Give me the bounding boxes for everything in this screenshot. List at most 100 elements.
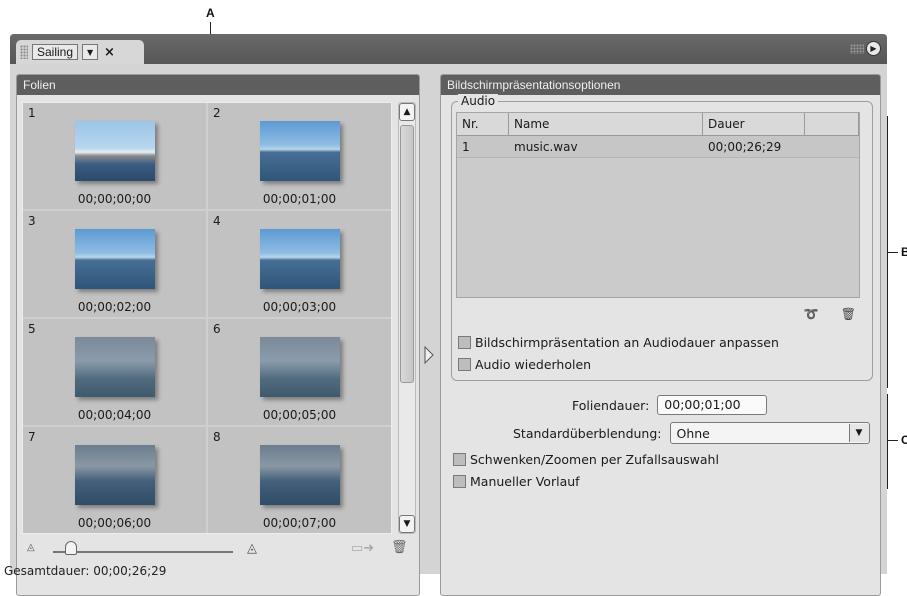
panel-menu[interactable]: ▶ [850, 41, 881, 56]
slide-number: 8 [213, 430, 221, 444]
slide-timecode: 00;00;00;00 [77, 192, 152, 206]
column-header-extra[interactable] [805, 113, 859, 135]
slide-image[interactable] [259, 337, 340, 397]
slide-duration-input[interactable]: 00;00;01;00 [657, 395, 768, 415]
scrollbar-thumb[interactable] [400, 125, 414, 383]
column-header-nr[interactable]: Nr. [457, 113, 509, 135]
checkbox-label: Manueller Vorlauf [470, 474, 580, 489]
callout-b-tick [888, 252, 898, 253]
checkbox-label: Schwenken/Zoomen per Zufallsauswahl [470, 452, 719, 467]
slide-thumbnail[interactable]: 4 00;00;03;00 [208, 211, 391, 317]
chevron-down-icon[interactable]: ▼ [848, 424, 869, 442]
slide-thumbnail[interactable]: 3 00;00;02;00 [23, 211, 206, 317]
transition-label: Standardüberblendung: [513, 425, 662, 441]
slide-thumbnail[interactable]: 8 00;00;07;00 [208, 427, 391, 533]
total-duration: Gesamtdauer: 00;00;26;29 [4, 564, 167, 578]
trash-icon[interactable]: 🗑 [841, 307, 856, 321]
large-mountain-icon: ◬ [247, 541, 257, 556]
column-header-name[interactable]: Name [509, 113, 703, 135]
callout-c: C [901, 433, 907, 447]
slide-image[interactable] [259, 445, 340, 505]
options-panel: Bildschirmpräsentationsoptionen Audio Nr… [440, 74, 881, 596]
slide-timecode: 00;00;07;00 [262, 516, 337, 530]
collapse-arrow-icon[interactable] [424, 346, 434, 364]
slide-timecode: 00;00;02;00 [77, 300, 152, 314]
callout-a: A [206, 6, 215, 20]
audio-row-name: music.wav [514, 140, 578, 154]
slide-number: 6 [213, 322, 221, 336]
slide-image[interactable] [74, 337, 155, 397]
transition-value: Ohne [676, 425, 710, 441]
audio-row-nr: 1 [462, 140, 470, 154]
callout-c-bracket [887, 394, 888, 489]
grip-icon[interactable] [20, 45, 28, 59]
slide-duration-row: Foliendauer: 00;00;01;00 [572, 395, 768, 415]
slide-image[interactable] [74, 445, 155, 505]
slide-number: 1 [28, 106, 36, 120]
slide-number: 4 [213, 214, 221, 228]
slide-thumbnail[interactable]: 5 00;00;04;00 [23, 319, 206, 425]
audio-row-dauer: 00;00;26;29 [708, 140, 782, 154]
audio-group: Audio Nr. Name Dauer 1 music.wav 00;00;2… [451, 94, 873, 381]
tab-title[interactable]: Sailing [32, 44, 79, 60]
audio-table[interactable]: Nr. Name Dauer 1 music.wav 00;00;26;29 [456, 112, 860, 298]
scroll-down-button[interactable]: ▼ [399, 515, 415, 533]
audio-legend: Audio [458, 94, 499, 108]
thumbnail-zoom: ◬ ◬ ▭➜ 🗑 [25, 539, 415, 559]
flyout-menu-icon[interactable]: ▶ [866, 41, 881, 56]
zoom-slider-handle[interactable] [65, 541, 77, 555]
close-icon[interactable]: × [104, 45, 115, 60]
grip-icon [850, 43, 864, 54]
panel-body: Folien 1 00;00;00;00 2 00;00;01;00 3 00;00;02… [10, 64, 887, 596]
add-audio-icon[interactable]: ➰ [804, 307, 819, 321]
slide-number: 7 [28, 430, 36, 444]
audio-table-header: Nr. Name Dauer [457, 113, 859, 136]
transition-select[interactable]: Ohne ▼ [669, 422, 870, 444]
slide-image[interactable] [74, 229, 155, 289]
slide-number: 2 [213, 106, 221, 120]
audio-tools: ➰ 🗑 [804, 307, 856, 321]
slides-panel-title: Folien [17, 75, 419, 95]
slide-timecode: 00;00;01;00 [262, 192, 337, 206]
table-row[interactable]: 1 music.wav 00;00;26;29 [457, 136, 859, 158]
manual-advance-checkbox[interactable]: Manueller Vorlauf [453, 474, 580, 489]
pan-zoom-checkbox[interactable]: Schwenken/Zoomen per Zufallsauswahl [453, 452, 719, 467]
callout-b: B [901, 245, 907, 259]
slide-image[interactable] [259, 229, 340, 289]
slide-timecode: 00;00;06;00 [77, 516, 152, 530]
slide-thumbnail[interactable]: 6 00;00;05;00 [208, 319, 391, 425]
slide-image[interactable] [74, 121, 155, 181]
slide-thumbnail[interactable]: 2 00;00;01;00 [208, 103, 391, 209]
fit-to-audio-checkbox[interactable]: Bildschirmpräsentation an Audiodauer anp… [458, 335, 779, 350]
small-mountain-icon: ◬ [27, 542, 35, 553]
checkbox-box[interactable] [453, 475, 466, 488]
slides-scrollbar[interactable]: ▲ ▼ [398, 102, 416, 534]
chevron-down-icon[interactable]: ▼ [82, 44, 99, 60]
slide-number: 5 [28, 322, 36, 336]
checkbox-box[interactable] [453, 453, 466, 466]
checkbox-label: Bildschirmpräsentation an Audiodauer anp… [475, 335, 779, 350]
slide-thumbnail[interactable]: 7 00;00;06;00 [23, 427, 206, 533]
slides-panel: Folien 1 00;00;00;00 2 00;00;01;00 3 00;00;02… [16, 74, 420, 596]
slide-grid: 1 00;00;00;00 2 00;00;01;00 3 00;00;02;00 4 00;… [22, 102, 392, 534]
column-header-dauer[interactable]: Dauer [703, 113, 805, 135]
repeat-audio-checkbox[interactable]: Audio wiederholen [458, 357, 591, 372]
checkbox-box[interactable] [458, 358, 471, 371]
scroll-up-button[interactable]: ▲ [399, 103, 415, 121]
checkbox-label: Audio wiederholen [475, 357, 592, 372]
checkbox-box[interactable] [458, 336, 471, 349]
trash-icon[interactable]: 🗑 [391, 540, 408, 555]
slide-timecode: 00;00;04;00 [77, 408, 152, 422]
slide-number: 3 [28, 214, 36, 228]
slide-image[interactable] [259, 121, 340, 181]
transition-row: Standardüberblendung: Ohne ▼ [513, 422, 870, 444]
tab-sailing[interactable]: Sailing ▼ × [16, 40, 144, 64]
slide-timecode: 00;00;05;00 [262, 408, 337, 422]
slide-duration-label: Foliendauer: [572, 397, 650, 413]
callout-c-tick [888, 440, 898, 441]
slide-timecode: 00;00;03;00 [262, 300, 337, 314]
options-panel-title: Bildschirmpräsentationsoptionen [441, 75, 880, 95]
zoom-slider-track[interactable] [53, 551, 233, 553]
slide-thumbnail[interactable]: 1 00;00;00;00 [23, 103, 206, 209]
move-to-end-icon[interactable]: ▭➜ [351, 541, 374, 556]
